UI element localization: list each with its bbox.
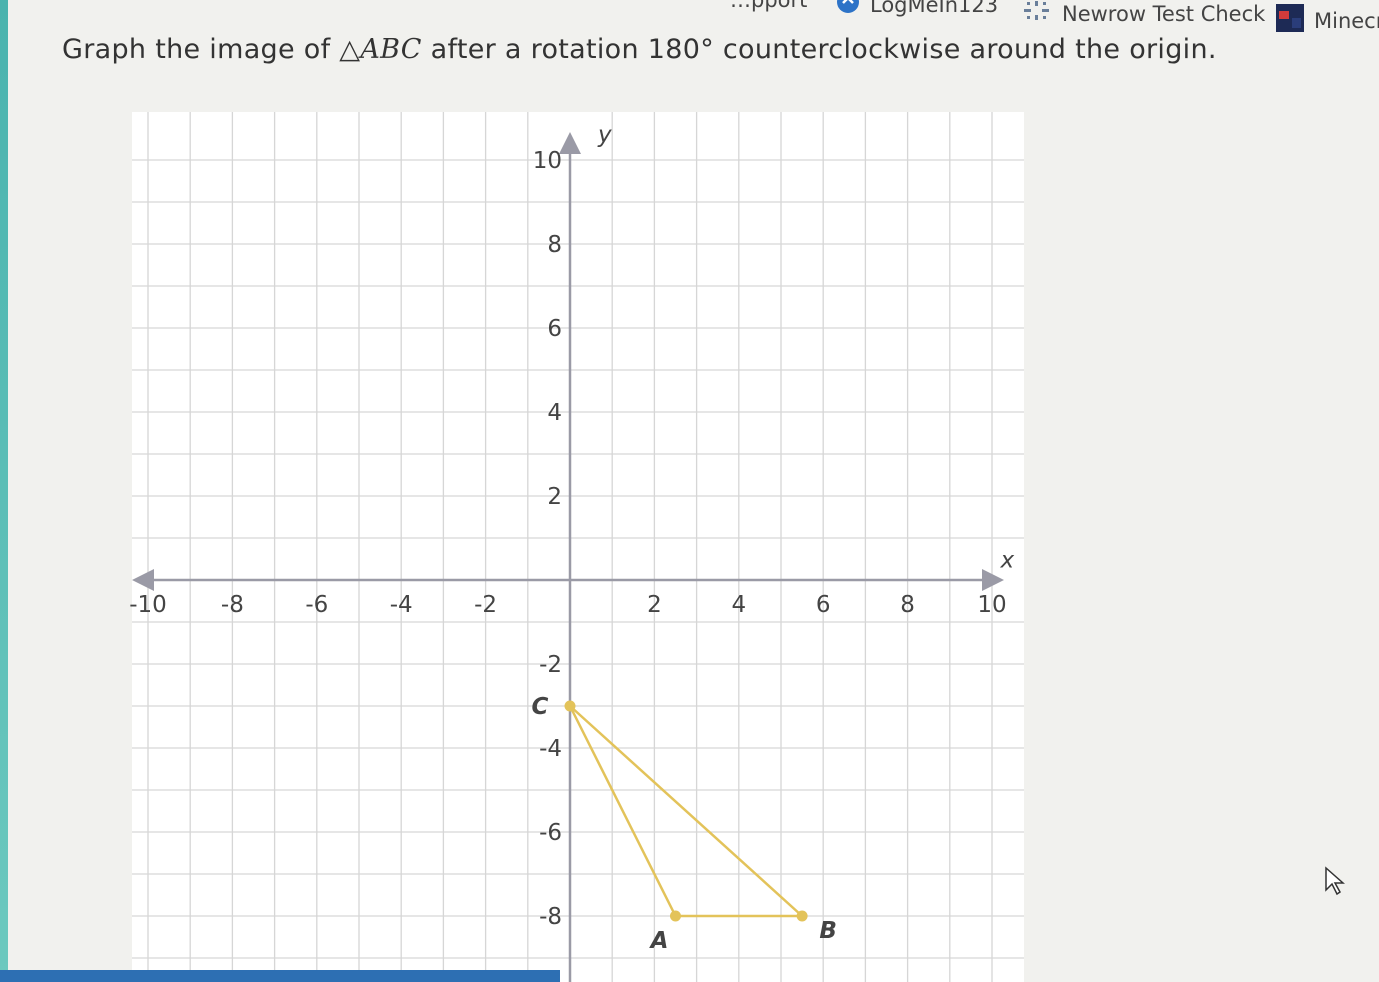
- vertex-a-point: [670, 910, 681, 922]
- x-tick-label: -2: [474, 592, 497, 618]
- y-tick-label: 10: [533, 148, 562, 174]
- y-tick-label: -8: [539, 904, 562, 930]
- vertex-b-point: [796, 910, 808, 922]
- x-tick-label: 10: [977, 592, 1006, 618]
- y-tick-label: 2: [547, 484, 562, 510]
- y-axis-label: y: [597, 122, 612, 148]
- vertex-b-label: B: [819, 918, 837, 944]
- graph-background: [132, 112, 1024, 982]
- taskbar-strip: [0, 970, 560, 982]
- y-tick-label: 6: [547, 316, 562, 342]
- y-tick-label: -2: [539, 652, 562, 678]
- x-tick-label: -8: [221, 592, 244, 618]
- x-tick-label: 4: [731, 592, 746, 618]
- vertex-c-point: [564, 700, 576, 712]
- x-axis-label: x: [999, 547, 1014, 573]
- vertex-a-label: A: [649, 928, 669, 954]
- x-tick-label: 6: [816, 592, 831, 618]
- y-tick-label: -6: [539, 820, 562, 846]
- x-tick-label: 2: [647, 592, 662, 618]
- vertex-c-label: C: [532, 694, 549, 720]
- x-tick-label: -4: [390, 592, 413, 618]
- y-tick-label: 8: [547, 232, 562, 258]
- y-tick-label: -4: [539, 736, 562, 762]
- mouse-cursor-icon: [1324, 866, 1348, 900]
- x-tick-label: -6: [305, 592, 328, 618]
- x-tick-label: -10: [129, 592, 167, 618]
- coordinate-plane[interactable]: xy -10-8-6-4-2246810108642-2-4-6-8-10 AB…: [0, 0, 1379, 982]
- y-tick-label: 4: [547, 400, 562, 426]
- x-tick-label: 8: [900, 592, 915, 618]
